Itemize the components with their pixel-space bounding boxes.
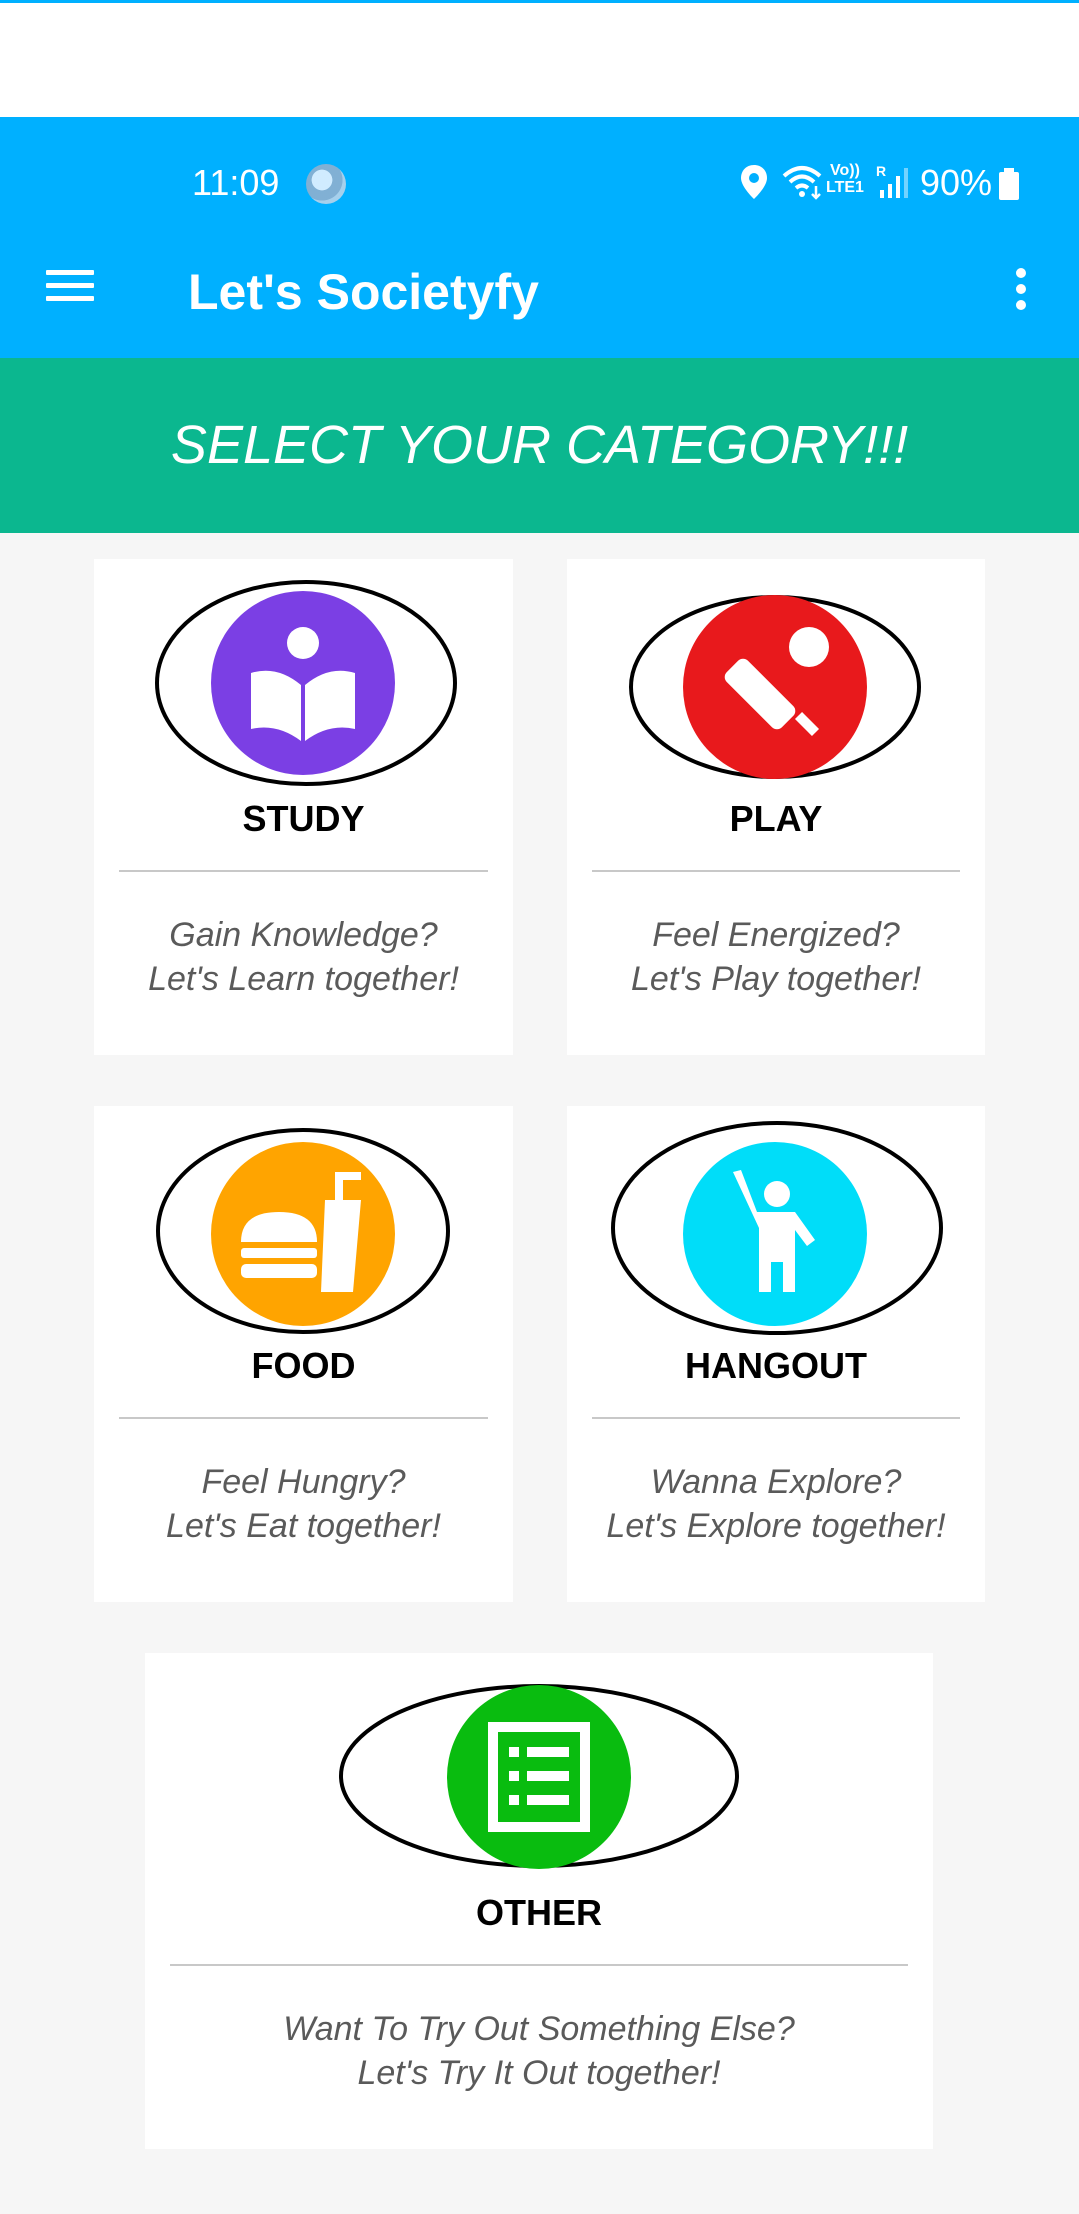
- category-description-line2: Let's Explore together!: [606, 1507, 946, 1545]
- status-time: 11:09: [192, 162, 280, 203]
- more-vert-icon[interactable]: [1004, 262, 1038, 322]
- battery-percent: 90%: [920, 162, 993, 203]
- card-divider: [592, 1417, 960, 1419]
- top-blank-area: [0, 0, 1079, 117]
- wifi-icon: [782, 166, 822, 200]
- list-form-icon: [488, 1722, 590, 1832]
- battery-icon: [999, 168, 1019, 200]
- other-icon-disc: [447, 1685, 631, 1869]
- roaming-indicator: R: [876, 164, 886, 179]
- category-description-line1: Wanna Explore?: [650, 1463, 902, 1501]
- category-card-hangout[interactable]: HANGOUT Wanna Explore? Let's Explore tog…: [567, 1106, 985, 1602]
- category-description-line1: Feel Energized?: [652, 916, 900, 954]
- card-divider: [119, 1417, 488, 1419]
- category-label: OTHER: [476, 1892, 602, 1933]
- category-description-line1: Feel Hungry?: [201, 1463, 406, 1501]
- signal-strength-icon: R: [876, 164, 908, 198]
- card-divider: [119, 870, 488, 872]
- play-icon-disc: [683, 595, 867, 779]
- card-divider: [592, 870, 960, 872]
- location-icon: [741, 165, 767, 199]
- reading-book-icon: [251, 627, 355, 741]
- category-label: PLAY: [729, 798, 823, 839]
- fast-food-icon: [241, 1172, 361, 1292]
- category-card-other[interactable]: OTHER Want To Try Out Something Else? Le…: [145, 1653, 933, 2149]
- volte-indicator: Vo)) LTE1: [826, 162, 864, 196]
- category-banner: SELECT YOUR CATEGORY!!!: [0, 358, 1079, 533]
- banner-text: SELECT YOUR CATEGORY!!!: [170, 415, 909, 475]
- category-label: HANGOUT: [685, 1345, 867, 1386]
- category-description-line1: Want To Try Out Something Else?: [283, 2010, 795, 2048]
- card-divider: [170, 1964, 908, 1966]
- category-description-line2: Let's Learn together!: [148, 960, 459, 998]
- study-icon-disc: [211, 591, 395, 775]
- category-card-study[interactable]: STUDY Gain Knowledge? Let's Learn togeth…: [94, 559, 513, 1055]
- sync-status-icon: [306, 164, 346, 204]
- food-icon-disc: [211, 1142, 395, 1326]
- hamburger-menu-icon[interactable]: [40, 262, 100, 318]
- category-description-line1: Gain Knowledge?: [169, 916, 438, 954]
- category-card-food[interactable]: FOOD Feel Hungry? Let's Eat together!: [94, 1106, 513, 1602]
- category-description-line2: Let's Play together!: [631, 960, 921, 998]
- category-label: STUDY: [242, 798, 365, 839]
- app-title: Let's Societyfy: [188, 264, 539, 320]
- person-waving-icon: [733, 1170, 815, 1292]
- category-description-line2: Let's Eat together!: [166, 1507, 441, 1545]
- hangout-icon-disc: [683, 1142, 867, 1326]
- lte-label: LTE1: [826, 179, 864, 196]
- cricket-bat-ball-icon: [724, 627, 829, 737]
- category-description-line2: Let's Try It Out together!: [357, 2054, 721, 2092]
- category-card-play[interactable]: PLAY Feel Energized? Let's Play together…: [567, 559, 985, 1055]
- app-bar-background: [0, 117, 1079, 358]
- category-label: FOOD: [251, 1345, 356, 1386]
- volte-label: Vo)): [830, 162, 860, 179]
